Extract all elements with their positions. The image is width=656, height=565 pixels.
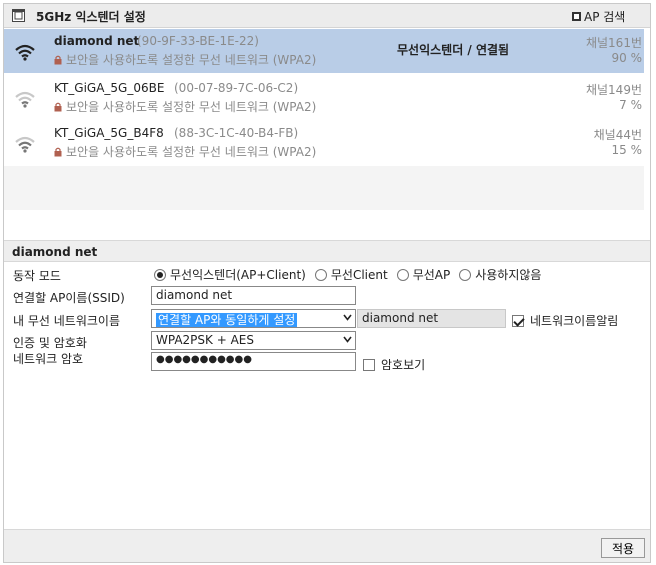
mode-option-label: 무선AP — [412, 268, 451, 282]
selected-ap-title: diamond net — [4, 240, 650, 262]
ap-signal: 7 % — [619, 98, 642, 112]
window-icon — [12, 9, 25, 22]
ap-list-item[interactable]: diamond net (90-9F-33-BE-1E-22) 보안을 사용하도… — [4, 29, 644, 73]
ap-channel: 채널161번 — [585, 36, 642, 50]
auth-select[interactable]: WPA2PSK + AES — [151, 331, 356, 350]
mode-option-label: 사용하지않음 — [475, 268, 542, 282]
ap-security-text: 보안을 사용하도록 설정한 무선 네트워크 (WPA2) — [66, 53, 317, 67]
wifi-signal-icon — [15, 91, 35, 108]
ap-signal: 90 % — [611, 51, 643, 65]
my-network-select[interactable]: 연결할 AP와 동일하게 설정 — [151, 309, 356, 328]
ap-mac: (00-07-89-7C-06-C2) — [174, 81, 299, 95]
auth-label: 인증 및 암호화 — [13, 336, 87, 350]
chevron-down-icon — [343, 314, 352, 321]
extender-settings-panel: 5GHz 익스텐더 설정 AP 검색 diamond net (90-9F-33… — [3, 3, 651, 563]
radio-dot — [459, 268, 472, 281]
notify-network-label: 네트워크이름알림 — [530, 314, 619, 328]
ap-ssid: KT_GiGA_5G_06BE — [54, 81, 165, 95]
ap-ssid: KT_GiGA_5G_B4F8 — [54, 126, 164, 140]
mode-label: 동작 모드 — [13, 269, 61, 283]
mode-option-label: 무선익스텐더(AP+Client) — [170, 268, 306, 282]
password-label: 네트워크 암호 — [13, 352, 84, 366]
ap-channel: 채널149번 — [585, 83, 642, 97]
checkbox-box — [363, 358, 375, 371]
mode-radio-client[interactable]: 무선Client — [314, 266, 388, 283]
ssid-input[interactable]: diamond net — [151, 286, 356, 305]
ap-search-button[interactable]: AP 검색 — [572, 8, 625, 25]
ap-search-label: AP 검색 — [584, 10, 626, 24]
auth-selected-option: WPA2PSK + AES — [156, 333, 254, 347]
ap-list-item[interactable]: KT_GiGA_5G_B4F8 (88-3C-1C-40-B4-FB) 보안을 … — [4, 121, 644, 165]
ap-list-item[interactable]: KT_GiGA_5G_06BE (00-07-89-7C-06-C2) 보안을 … — [4, 76, 644, 120]
notify-network-checkbox[interactable]: 네트워크이름알림 — [512, 312, 618, 329]
my-network-selected-option: 연결할 AP와 동일하게 설정 — [156, 313, 298, 327]
chevron-down-icon — [343, 336, 352, 343]
wifi-signal-icon — [15, 44, 35, 61]
ap-mac: (90-9F-33-BE-1E-22) — [137, 34, 259, 48]
ap-signal: 15 % — [611, 143, 643, 157]
panel-header: 5GHz 익스텐더 설정 AP 검색 — [4, 4, 650, 28]
ap-security: 보안을 사용하도록 설정한 무선 네트워크 (WPA2) — [54, 98, 316, 115]
ap-security-text: 보안을 사용하도록 설정한 무선 네트워크 (WPA2) — [66, 100, 317, 114]
apply-button[interactable]: 적용 — [601, 538, 645, 558]
ap-list: diamond net (90-9F-33-BE-1E-22) 보안을 사용하도… — [4, 29, 650, 210]
ap-channel: 채널44번 — [593, 128, 642, 142]
checkbox-box — [512, 314, 524, 327]
ap-status: 무선익스텐더 / 연결됨 — [397, 43, 510, 57]
my-network-label: 내 무선 네트워크이름 — [13, 314, 120, 328]
ap-ssid: diamond net — [54, 34, 140, 48]
mode-radio-disabled[interactable]: 사용하지않음 — [459, 266, 541, 283]
wifi-signal-icon — [15, 136, 35, 153]
ap-mac: (88-3C-1C-40-B4-FB) — [174, 126, 299, 140]
mode-option-label: 무선Client — [330, 268, 388, 282]
search-icon — [572, 12, 581, 21]
lock-icon — [54, 102, 62, 111]
radio-dot — [314, 268, 327, 281]
lock-icon — [54, 147, 62, 156]
lock-icon — [54, 55, 62, 64]
radio-dot — [396, 268, 409, 281]
ap-security-text: 보안을 사용하도록 설정한 무선 네트워크 (WPA2) — [66, 145, 317, 159]
footer-bar: 적용 — [4, 529, 650, 562]
ap-security: 보안을 사용하도록 설정한 무선 네트워크 (WPA2) — [54, 143, 316, 160]
mode-radio-group: 무선익스텐더(AP+Client) 무선Client 무선AP 사용하지않음 — [154, 266, 550, 283]
ssid-label: 연결할 AP이름(SSID) — [13, 291, 125, 305]
radio-dot — [154, 268, 166, 281]
mode-radio-extender[interactable]: 무선익스텐더(AP+Client) — [154, 266, 306, 283]
panel-title: 5GHz 익스텐더 설정 — [36, 10, 146, 24]
my-network-name-field: diamond net — [357, 309, 506, 328]
show-password-checkbox[interactable]: 암호보기 — [363, 356, 425, 373]
mode-radio-ap[interactable]: 무선AP — [396, 266, 451, 283]
show-password-label: 암호보기 — [381, 358, 426, 372]
password-input[interactable]: ●●●●●●●●●●● — [151, 352, 356, 371]
ap-list-empty-area — [4, 166, 644, 210]
ap-security: 보안을 사용하도록 설정한 무선 네트워크 (WPA2) — [54, 51, 316, 68]
